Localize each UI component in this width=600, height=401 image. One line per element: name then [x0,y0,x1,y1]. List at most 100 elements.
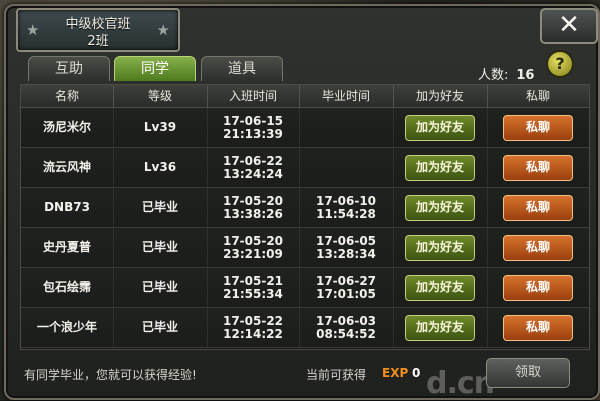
join-clock: 21:13:39 [223,126,283,141]
tab-items[interactable]: 道具 [201,56,283,81]
tab-label: 互助 [55,61,83,77]
private-chat-button[interactable]: 私聊 [503,114,573,141]
header-private-chat: 私聊 [525,89,550,103]
join-time: 17-05-22 12:14:22 [207,308,300,347]
join-date: 17-05-20 [222,193,284,208]
site-watermark: d.cn [426,366,495,401]
add-friend-button[interactable]: 加为好友 [405,154,475,181]
graduation-time [299,108,394,147]
graduation-hint: 有同学毕业，您就可以获得经验! [24,368,197,382]
graduation-clock: 11:54:28 [316,206,376,221]
join-time: 17-05-20 13:38:26 [207,188,300,227]
graduation-time: 17-06-10 11:54:28 [299,188,394,227]
tab-mutual-help[interactable]: 互助 [28,56,110,81]
header-add-friend: 加为好友 [393,85,488,107]
graduation-time: 17-06-27 17:01:05 [299,268,394,307]
people-count-label: 人数: [478,68,509,83]
join-time: 17-06-15 21:13:39 [207,108,300,147]
header-graduation-time: 毕业时间 [299,85,394,107]
exp-available-label: 当前可获得 [306,368,367,382]
exp-label: EXP [382,366,409,380]
join-date: 17-05-22 [222,313,284,328]
table-row: 流云风神 Lv36 17-06-22 13:24:24 加为好友 私聊 [21,148,589,188]
dialog-title-plate: ★ 中级校官班 2班 ★ [16,8,180,52]
join-clock: 12:14:22 [223,326,283,341]
header-name: 名称 [21,85,114,107]
join-clock: 21:55:34 [223,286,283,301]
add-friend-button[interactable]: 加为好友 [405,314,475,341]
join-time: 17-06-22 13:24:24 [207,148,300,187]
join-time: 17-05-21 21:55:34 [207,268,300,307]
classmate-name: DNB73 [21,188,114,227]
graduation-time: 17-06-03 08:54:52 [299,308,394,347]
chat-cell: 私聊 [487,188,589,227]
graduation-time: 17-06-05 13:28:34 [299,228,394,267]
classmate-level: Lv39 [113,108,208,147]
graduation-date: 17-06-27 [315,273,377,288]
classmate-level: 已毕业 [113,268,208,307]
graduation-date: 17-06-10 [315,193,377,208]
add-friend-button[interactable]: 加为好友 [405,114,475,141]
table-row: 包石绘霈 已毕业 17-05-21 21:55:34 17-06-27 17:0… [21,268,589,308]
close-button[interactable]: ✕ [540,8,598,44]
classmate-name: 包石绘霈 [21,268,114,307]
add-friend-button[interactable]: 加为好友 [405,234,475,261]
chat-cell: 私聊 [487,308,589,347]
classmate-level: Lv36 [113,148,208,187]
graduation-time [299,148,394,187]
join-time: 17-05-20 23:21:09 [207,228,300,267]
graduation-clock: 17:01:05 [316,286,376,301]
close-icon: ✕ [558,10,580,40]
header-level: 等级 [113,85,208,107]
question-icon: ? [555,54,565,73]
people-count-value: 16 [516,68,535,83]
people-count: 人数: 16 [478,64,534,83]
help-button[interactable]: ? [546,50,574,78]
graduation-clock: 08:54:52 [316,326,376,341]
chat-cell: 私聊 [487,228,589,267]
table-header: 名称 等级 入班时间 毕业时间 加为好友 私聊 [21,85,589,108]
chat-cell: 私聊 [487,148,589,187]
header-join-time: 入班时间 [207,85,300,107]
private-chat-button[interactable]: 私聊 [503,194,573,221]
add-friend-cell: 加为好友 [393,108,488,147]
table-row: 汤尼米尔 Lv39 17-06-15 21:13:39 加为好友 私聊 [21,108,589,148]
classmate-name: 流云风神 [21,148,114,187]
graduation-clock: 13:28:34 [316,246,376,261]
classmate-name: 汤尼米尔 [21,108,114,147]
add-friend-cell: 加为好友 [393,228,488,267]
join-clock: 13:38:26 [223,206,283,221]
join-date: 17-06-15 [222,113,284,128]
classmate-level: 已毕业 [113,308,208,347]
private-chat-button[interactable]: 私聊 [503,234,573,261]
classmate-level: 已毕业 [113,188,208,227]
claim-button[interactable]: 领取 [486,358,570,388]
private-chat-button[interactable]: 私聊 [503,274,573,301]
add-friend-cell: 加为好友 [393,188,488,227]
add-friend-cell: 加为好友 [393,268,488,307]
tab-classmates[interactable]: 同学 [114,56,196,81]
dialog-subtitle: 2班 [87,34,109,49]
add-friend-cell: 加为好友 [393,308,488,347]
private-chat-button[interactable]: 私聊 [503,154,573,181]
join-clock: 23:21:09 [223,246,283,261]
add-friend-button[interactable]: 加为好友 [405,274,475,301]
classmates-table: 名称 等级 入班时间 毕业时间 加为好友 私聊 汤尼米尔 Lv39 17-06-… [20,84,590,350]
chat-cell: 私聊 [487,108,589,147]
class-dialog: ★ 中级校官班 2班 ★ ✕ 互助 同学 道具 人数: 16 ? 名称 等级 入班… [4,4,600,401]
private-chat-button[interactable]: 私聊 [503,314,573,341]
classmate-name: 史丹夏普 [21,228,114,267]
classmate-level: 已毕业 [113,228,208,267]
add-friend-button[interactable]: 加为好友 [405,194,475,221]
add-friend-cell: 加为好友 [393,148,488,187]
chat-cell: 私聊 [487,268,589,307]
table-row: 史丹夏普 已毕业 17-05-20 23:21:09 17-06-05 13:2… [21,228,589,268]
join-date: 17-05-20 [222,233,284,248]
tab-label: 道具 [228,61,256,77]
join-date: 17-06-22 [222,153,284,168]
join-clock: 13:24:24 [223,166,283,181]
star-icon: ★ [156,21,170,39]
classmate-name: 一个浪少年 [21,308,114,347]
join-date: 17-05-21 [222,273,284,288]
table-row: DNB73 已毕业 17-05-20 13:38:26 17-06-10 11:… [21,188,589,228]
